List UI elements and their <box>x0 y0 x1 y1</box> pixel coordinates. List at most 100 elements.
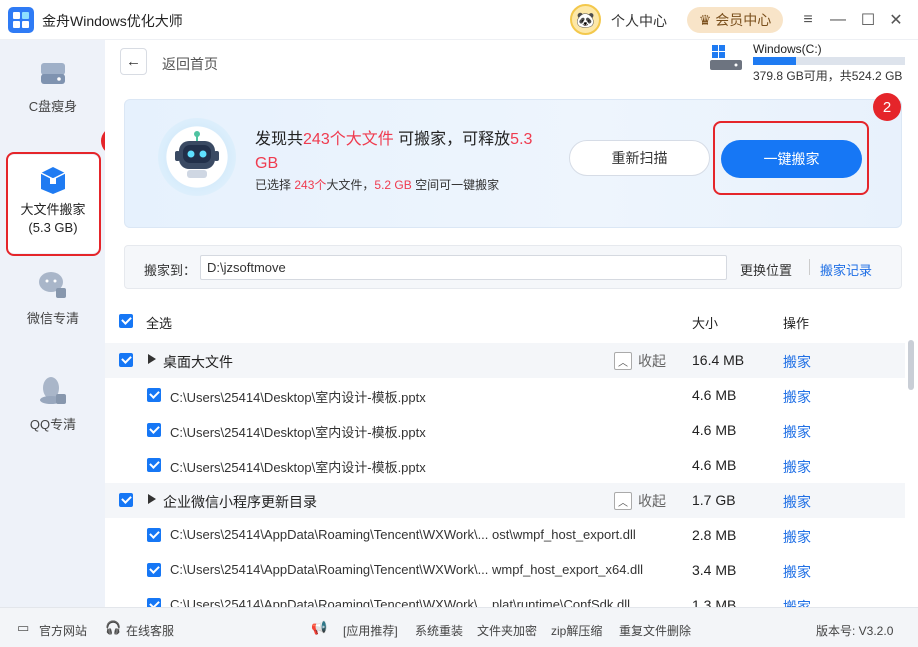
collapse-label: 收起 <box>638 493 666 509</box>
sidebar-item-label: 大文件搬家 <box>20 202 86 217</box>
user-avatar[interactable]: 🐼 <box>570 4 601 35</box>
table-row: C:\Users\25414\AppData\Roaming\Tencent\W… <box>105 518 905 553</box>
move-link[interactable]: 搬家 <box>783 387 811 407</box>
sel-post: 空间可一键搬家 <box>411 178 500 192</box>
sidebar-item-wechat[interactable]: 微信专清 <box>6 268 100 328</box>
row-size: 2.8 MB <box>692 527 737 543</box>
column-size: 大小 <box>692 316 719 331</box>
megaphone-icon: 📢 <box>311 620 328 635</box>
footer-link-encrypt[interactable]: 文件夹加密 <box>477 622 537 639</box>
collapse-button[interactable]: ︿ 收起 <box>614 351 666 371</box>
maximize-icon[interactable]: ☐ <box>858 10 878 30</box>
row-checkbox[interactable] <box>119 493 133 507</box>
group-name: 企业微信小程序更新目录 <box>163 494 317 510</box>
destination-label: 搬家到： <box>144 263 197 278</box>
row-checkbox[interactable] <box>147 388 161 402</box>
summary-count: 243个大文件 <box>303 131 394 148</box>
file-path: C:\Users\25414\AppData\Roaming\Tencent\W… <box>170 562 644 577</box>
sidebar-item-qq[interactable]: QQ专清 <box>6 374 100 434</box>
back-home-link[interactable]: 返回首页 <box>162 54 218 74</box>
expand-triangle-icon[interactable] <box>148 494 156 504</box>
step-badge-2: 2 <box>873 93 901 121</box>
qq-clean-icon <box>36 374 70 408</box>
move-link[interactable]: 搬家 <box>783 597 811 607</box>
select-all-checkbox[interactable] <box>119 314 133 328</box>
sidebar-item-c-drive[interactable]: C盘瘦身 <box>6 56 100 116</box>
destination-input[interactable] <box>200 255 727 280</box>
file-path: C:\Users\25414\AppData\Roaming\Tencent\W… <box>170 597 631 607</box>
row-checkbox[interactable] <box>147 598 161 607</box>
chevron-up-icon: ︿ <box>614 492 632 510</box>
sel-count: 243个 <box>294 178 327 192</box>
box-icon <box>36 163 70 197</box>
move-link[interactable]: 搬家 <box>783 457 811 477</box>
row-checkbox[interactable] <box>147 458 161 472</box>
selection-summary: 已选择 243个大文件，5.2 GB 空间可一键搬家 <box>255 176 499 193</box>
move-link[interactable]: 搬家 <box>783 492 811 512</box>
row-checkbox[interactable] <box>119 353 133 367</box>
row-checkbox[interactable] <box>147 563 161 577</box>
sidebar-item-label: QQ专清 <box>29 417 77 432</box>
table-row: C:\Users\25414\AppData\Roaming\Tencent\W… <box>105 588 905 607</box>
footer-link-reinstall[interactable]: 系统重装 <box>415 622 463 639</box>
select-all-label: 全选 <box>146 316 173 331</box>
divider <box>809 259 810 275</box>
group-row: 桌面大文件 ︿ 收起 16.4 MB 搬家 <box>105 343 905 378</box>
footer-link-zip[interactable]: zip解压缩 <box>551 622 602 639</box>
sidebar-item-size: (5.3 GB) <box>28 220 78 235</box>
expand-triangle-icon[interactable] <box>148 354 156 364</box>
app-title: 金舟Windows优化大师 <box>42 13 183 29</box>
recommend-label: [应用推荐] <box>343 624 398 638</box>
file-path: C:\Users\25414\Desktop\室内设计-模板.pptx <box>170 425 426 440</box>
sidebar-item-label: 微信专清 <box>26 311 79 326</box>
arrow-left-icon: ← <box>126 53 141 70</box>
file-path: C:\Users\25414\AppData\Roaming\Tencent\W… <box>170 527 636 542</box>
support-link[interactable]: 在线客服 <box>126 622 174 639</box>
menu-icon[interactable]: ≡ <box>798 10 818 30</box>
footer: ▭ 官方网站 🎧 在线客服 📢 [应用推荐] 系统重装 文件夹加密 zip解压缩… <box>0 607 918 647</box>
move-link[interactable]: 搬家 <box>783 352 811 372</box>
file-list: 桌面大文件 ︿ 收起 16.4 MB 搬家 C:\Users\25414\Desktop\… <box>105 343 905 607</box>
drive-name: Windows(C:) <box>753 42 822 56</box>
move-log-link[interactable]: 搬家记录 <box>820 260 872 279</box>
website-link[interactable]: 官方网站 <box>39 622 87 639</box>
move-link[interactable]: 搬家 <box>783 527 811 547</box>
move-link[interactable]: 搬家 <box>783 562 811 582</box>
column-operation: 操作 <box>783 316 810 331</box>
row-size: 1.3 MB <box>692 597 737 607</box>
footer-link-duplicate[interactable]: 重复文件删除 <box>619 622 691 639</box>
collapse-button[interactable]: ︿ 收起 <box>614 491 666 511</box>
sel-pre: 已选择 <box>255 178 295 192</box>
drive-usage-bar <box>753 57 905 65</box>
row-size: 16.4 MB <box>692 352 745 368</box>
list-scrollbar[interactable] <box>908 340 914 390</box>
close-icon[interactable]: ✕ <box>886 10 906 30</box>
move-link[interactable]: 搬家 <box>783 422 811 442</box>
file-path: C:\Users\25414\Desktop\室内设计-模板.pptx <box>170 390 426 405</box>
back-button[interactable]: ← <box>120 48 147 75</box>
change-location-link[interactable]: 更换位置 <box>740 260 792 279</box>
sel-mid: 大文件， <box>326 178 375 192</box>
one-click-move-button[interactable]: 一键搬家 <box>721 140 862 178</box>
drive-free-text: 379.8 GB可用，共524.2 GB <box>753 69 903 83</box>
scan-summary: 发现共243个大文件 可搬家，可释放5.3 GB <box>255 128 565 176</box>
vip-center-button[interactable]: ♛ 会员中心 <box>687 7 783 33</box>
group-row: 企业微信小程序更新目录 ︿ 收起 1.7 GB 搬家 <box>105 483 905 518</box>
rescan-button[interactable]: 重新扫描 <box>569 140 710 176</box>
row-checkbox[interactable] <box>147 528 161 542</box>
list-header: 全选 大小 操作 <box>105 305 918 337</box>
row-size: 3.4 MB <box>692 562 737 578</box>
crown-icon: ♛ <box>698 11 712 28</box>
table-row: C:\Users\25414\Desktop\室内设计-模板.pptx 4.6 M… <box>105 378 905 413</box>
app-logo-icon <box>8 7 34 33</box>
table-row: C:\Users\25414\Desktop\室内设计-模板.pptx 4.6 M… <box>105 448 905 483</box>
file-path: C:\Users\25414\Desktop\室内设计-模板.pptx <box>170 460 426 475</box>
sidebar-item-large-files[interactable]: 大文件搬家 (5.3 GB) <box>6 155 100 253</box>
row-checkbox[interactable] <box>147 423 161 437</box>
drive-usage-fill <box>753 57 796 65</box>
table-row: C:\Users\25414\Desktop\室内设计-模板.pptx 4.6 M… <box>105 413 905 448</box>
chevron-up-icon: ︿ <box>614 352 632 370</box>
minimize-icon[interactable]: — <box>828 10 848 30</box>
summary-mid: 可搬家，可释放 <box>393 131 511 148</box>
user-center-link[interactable]: 个人中心 <box>611 11 667 31</box>
